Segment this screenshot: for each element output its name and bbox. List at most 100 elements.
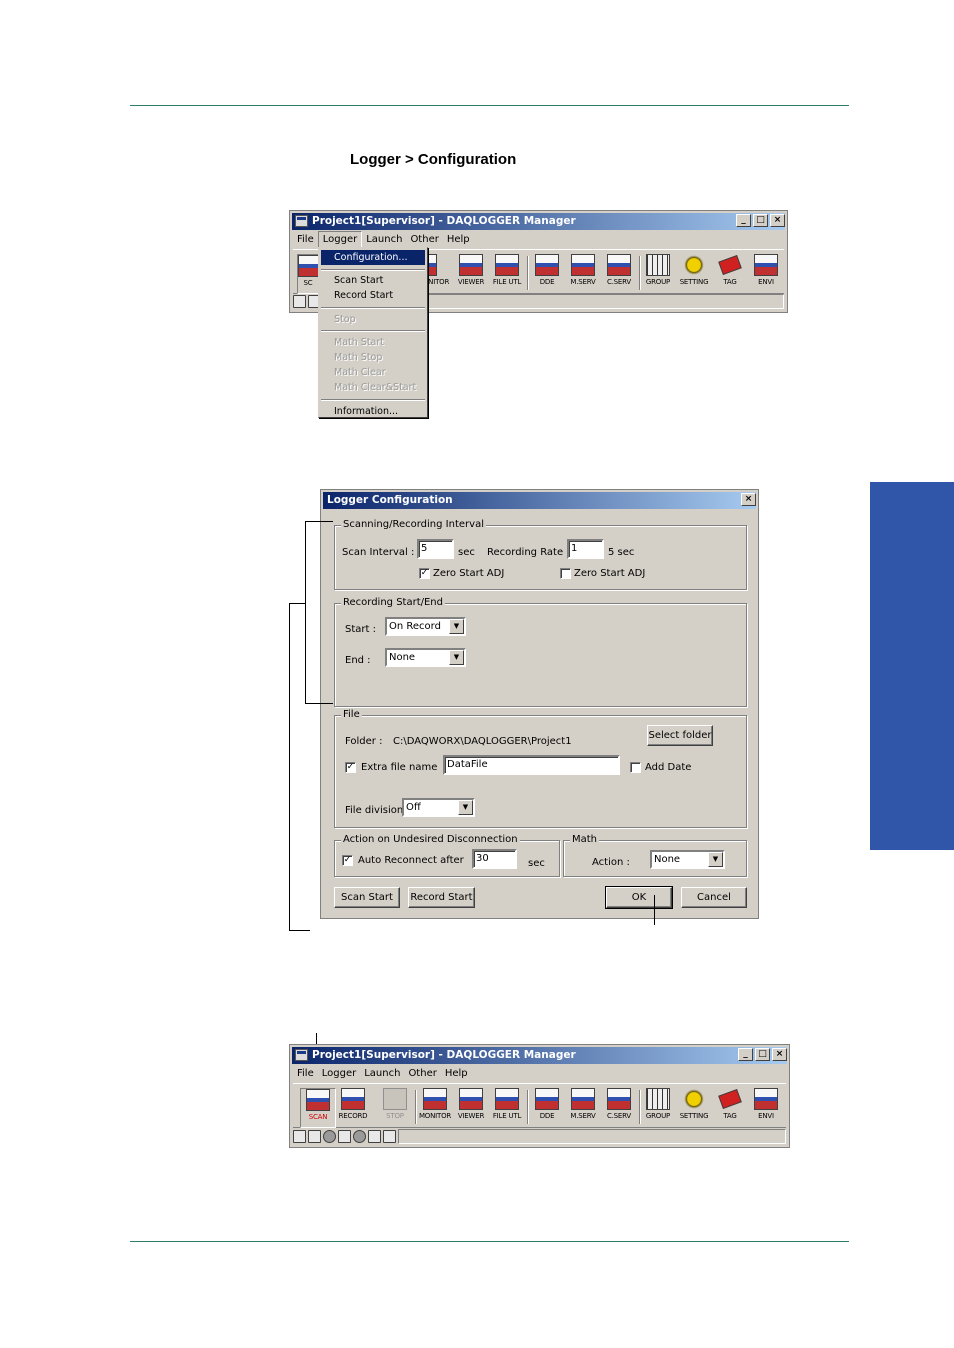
minimize-button[interactable]: _: [738, 1048, 753, 1061]
menu-logger[interactable]: Logger: [318, 1065, 360, 1082]
menu-help[interactable]: Help: [441, 1065, 472, 1082]
window-controls: _ □ ×: [736, 214, 785, 227]
tool-c-serv[interactable]: C.SERV: [601, 254, 637, 294]
auto-reconnect-label: Auto Reconnect after: [358, 855, 464, 866]
zero-start-checkbox-1[interactable]: ✓: [419, 568, 430, 579]
tool-file-utl[interactable]: FILE UTL: [489, 254, 525, 294]
menu-item-stop[interactable]: Stop: [321, 312, 425, 327]
menu-launch[interactable]: Launch: [362, 231, 406, 248]
tool-tag[interactable]: TAG: [712, 1088, 748, 1128]
tool-m-serv[interactable]: M.SERV: [565, 254, 601, 294]
end-label: End :: [345, 655, 371, 666]
record-start-button[interactable]: Record Start: [408, 887, 475, 908]
record-icon: [341, 1088, 365, 1110]
group-legend: File: [341, 709, 362, 720]
menu-bar: File Logger Launch Other Help: [293, 231, 474, 248]
tool-tag[interactable]: TAG: [712, 254, 748, 294]
add-date-checkbox[interactable]: [630, 762, 641, 773]
top-rule: [130, 105, 849, 106]
menu-item-record-start[interactable]: Record Start: [321, 288, 425, 303]
title-bar[interactable]: Project1[Supervisor] - DAQLOGGER Manager: [292, 213, 785, 230]
cancel-button[interactable]: Cancel: [681, 887, 747, 908]
window-title: Project1[Supervisor] - DAQLOGGER Manager: [312, 215, 576, 227]
menu-item-configuration[interactable]: Configuration...: [321, 250, 425, 265]
chevron-down-icon[interactable]: ▼: [708, 852, 723, 867]
maximize-button[interactable]: □: [755, 1048, 770, 1061]
scan-interval-label: Scan Interval :: [342, 547, 415, 558]
title-bar[interactable]: Project1[Supervisor] - DAQLOGGER Manager: [292, 1047, 787, 1064]
tool-dde[interactable]: DDE: [529, 254, 565, 294]
menu-logger[interactable]: Logger: [317, 231, 363, 248]
zero-start-checkbox-2[interactable]: [560, 568, 571, 579]
scan-start-button[interactable]: Scan Start: [334, 887, 400, 908]
end-select[interactable]: None ▼: [385, 648, 466, 667]
tool-file-utl[interactable]: FILE UTL: [489, 1088, 525, 1128]
manager-window-2: Project1[Supervisor] - DAQLOGGER Manager…: [289, 1044, 790, 1148]
group-legend: Math: [570, 834, 600, 845]
status-field: [398, 1129, 786, 1144]
menu-item-math-clear-start[interactable]: Math Clear&Start: [321, 380, 425, 395]
menu-launch[interactable]: Launch: [360, 1065, 404, 1082]
tool-viewer[interactable]: VIEWER: [453, 1088, 489, 1128]
tool-group[interactable]: GROUP: [640, 254, 676, 294]
tool-c-serv[interactable]: C.SERV: [601, 1088, 637, 1128]
menu-item-math-stop[interactable]: Math Stop: [321, 350, 425, 365]
reconnect-unit: sec: [528, 858, 545, 869]
monitor-icon: [423, 1088, 447, 1110]
select-folder-button[interactable]: Select folder: [647, 725, 713, 746]
tool-record[interactable]: RECORD: [335, 1088, 371, 1128]
tool-envi[interactable]: ENVI: [748, 254, 784, 294]
chevron-down-icon[interactable]: ▼: [449, 619, 464, 634]
extra-file-name-checkbox[interactable]: ✓: [345, 762, 356, 773]
scan-icon: [298, 255, 318, 277]
math-action-select[interactable]: None ▼: [650, 850, 725, 869]
menu-file[interactable]: File: [293, 1065, 318, 1082]
viewer-icon: [459, 1088, 483, 1110]
tag-icon: [718, 1089, 742, 1109]
menu-item-information[interactable]: Information...: [321, 404, 425, 419]
menu-file[interactable]: File: [293, 231, 318, 248]
scan-interval-input[interactable]: 5: [417, 539, 454, 559]
dialog-close-button[interactable]: ×: [741, 493, 756, 506]
menu-separator: [321, 269, 425, 271]
tool-group[interactable]: GROUP: [640, 1088, 676, 1128]
menu-help[interactable]: Help: [443, 231, 474, 248]
tool-envi[interactable]: ENVI: [748, 1088, 784, 1128]
recording-rate-input[interactable]: 1: [567, 539, 604, 559]
close-button[interactable]: ×: [772, 1048, 787, 1061]
menu-other[interactable]: Other: [404, 1065, 440, 1082]
tool-dde[interactable]: DDE: [529, 1088, 565, 1128]
folder-path: C:\DAQWORX\DAQLOGGER\Project1: [393, 736, 572, 747]
stop-icon: [383, 1088, 407, 1110]
menu-item-math-clear[interactable]: Math Clear: [321, 365, 425, 380]
minimize-button[interactable]: _: [736, 214, 751, 227]
dialog-title-bar[interactable]: Logger Configuration: [323, 492, 756, 509]
tool-m-serv[interactable]: M.SERV: [565, 1088, 601, 1128]
tool-setting[interactable]: SETTING: [676, 254, 712, 294]
menu-item-scan-start[interactable]: Scan Start: [321, 273, 425, 288]
group-legend: Action on Undesired Disconnection: [341, 834, 520, 845]
tool-stop[interactable]: STOP: [377, 1088, 413, 1128]
auto-reconnect-checkbox[interactable]: ✓: [342, 855, 353, 866]
start-select[interactable]: On Record ▼: [385, 617, 466, 636]
tool-monitor[interactable]: MONITOR: [417, 1088, 453, 1128]
chevron-down-icon[interactable]: ▼: [458, 800, 473, 815]
ok-button[interactable]: OK: [605, 886, 673, 909]
status-icon: [353, 1130, 366, 1143]
file-division-select[interactable]: Off ▼: [402, 798, 475, 817]
menu-other[interactable]: Other: [406, 231, 442, 248]
chevron-down-icon[interactable]: ▼: [449, 650, 464, 665]
menu-item-math-start[interactable]: Math Start: [321, 335, 425, 350]
tool-viewer[interactable]: VIEWER: [453, 254, 489, 294]
extra-file-name-input[interactable]: DataFile: [443, 755, 620, 775]
tool-scan[interactable]: SCAN: [300, 1088, 336, 1128]
setting-icon: [682, 254, 706, 276]
recording-rate-label: Recording Rate :: [487, 547, 570, 558]
tool-scan[interactable]: SC: [297, 254, 319, 294]
reconnect-seconds-input[interactable]: 30: [472, 849, 517, 869]
tool-setting[interactable]: SETTING: [676, 1088, 712, 1128]
close-button[interactable]: ×: [770, 214, 785, 227]
scanning-recording-group: Scanning/Recording Interval Scan Interva…: [334, 519, 747, 590]
maximize-button[interactable]: □: [753, 214, 768, 227]
extra-file-name-label: Extra file name: [361, 762, 438, 773]
